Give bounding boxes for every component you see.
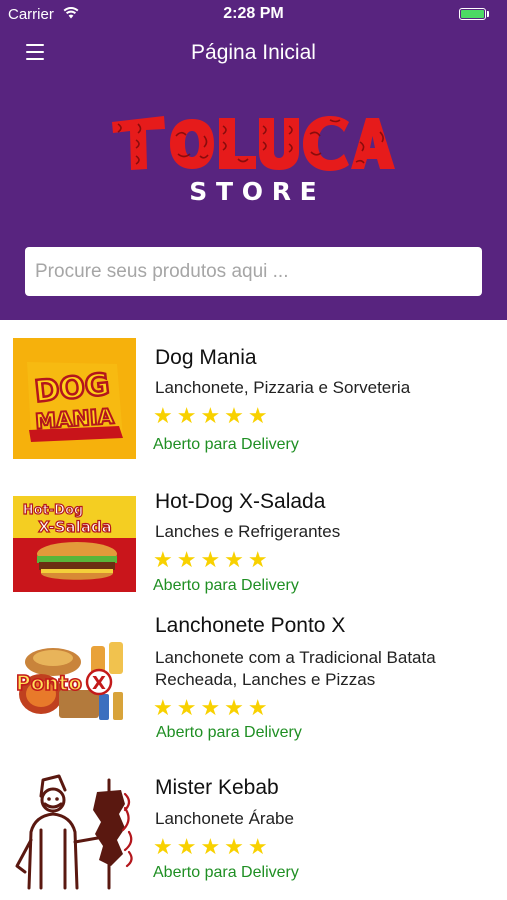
store-description: Lanchonete com a Tradicional Batata Rech… bbox=[155, 648, 436, 689]
star-rating: ★★★★★ bbox=[153, 547, 272, 572]
battery-tip bbox=[487, 11, 489, 17]
dog-mania-logo: DOG MANIA bbox=[13, 338, 136, 459]
store-description: Lanches e Refrigerantes bbox=[155, 522, 341, 541]
store-item-mister-kebab[interactable]: Mister Kebab Lanchonete Árabe ★★★★★ Aber… bbox=[0, 756, 507, 900]
svg-text:X: X bbox=[92, 673, 106, 694]
hot-dog-x-salada-logo: Hot-Dog X-Salada bbox=[13, 496, 136, 592]
delivery-status: Aberto para Delivery bbox=[153, 436, 299, 453]
store-name: Lanchonete Ponto X bbox=[155, 614, 346, 637]
page-title: Página Inicial bbox=[191, 41, 316, 64]
mister-kebab-logo bbox=[13, 770, 136, 890]
star-rating: ★★★★★ bbox=[153, 695, 272, 720]
clock: 2:28 PM bbox=[223, 5, 284, 22]
svg-text:X-Salada: X-Salada bbox=[38, 518, 112, 536]
logo-tagline: S T O R E bbox=[189, 177, 316, 206]
svg-text:Hot-Dog: Hot-Dog bbox=[23, 503, 83, 518]
star-rating: ★★★★★ bbox=[153, 403, 272, 428]
store-name: Dog Mania bbox=[155, 346, 257, 369]
store-item-hot-dog-x-salada[interactable]: Hot-Dog X-Salada Hot-Dog X-Salada Lanche… bbox=[0, 466, 507, 610]
battery-level bbox=[461, 10, 484, 18]
ponto-x-logo: Ponto X bbox=[13, 632, 136, 732]
delivery-status: Aberto para Delivery bbox=[153, 577, 299, 594]
header: Carrier 2:28 PM Página Inicial S T O R E… bbox=[0, 0, 507, 320]
store-item-dog-mania[interactable]: DOG MANIA Dog Mania Lanchonete, Pizzaria… bbox=[0, 322, 507, 466]
delivery-status: Aberto para Delivery bbox=[156, 724, 302, 741]
star-rating: ★★★★★ bbox=[153, 834, 272, 859]
store-description: Lanchonete Árabe bbox=[155, 809, 294, 828]
battery-icon bbox=[459, 8, 486, 20]
store-description: Lanchonete, Pizzaria e Sorveteria bbox=[155, 378, 411, 397]
status-bar: Carrier 2:28 PM bbox=[0, 0, 507, 30]
toluca-store-logo: S T O R E bbox=[112, 116, 395, 206]
svg-text:Ponto: Ponto bbox=[16, 671, 82, 695]
store-name: Mister Kebab bbox=[155, 776, 279, 799]
store-name: Hot-Dog X-Salada bbox=[155, 490, 326, 513]
delivery-status: Aberto para Delivery bbox=[153, 864, 299, 881]
search-input[interactable] bbox=[25, 247, 482, 296]
store-item-lanchonete-ponto-x[interactable]: Ponto X Lanchonete Ponto X Lanchonete co… bbox=[0, 610, 507, 756]
